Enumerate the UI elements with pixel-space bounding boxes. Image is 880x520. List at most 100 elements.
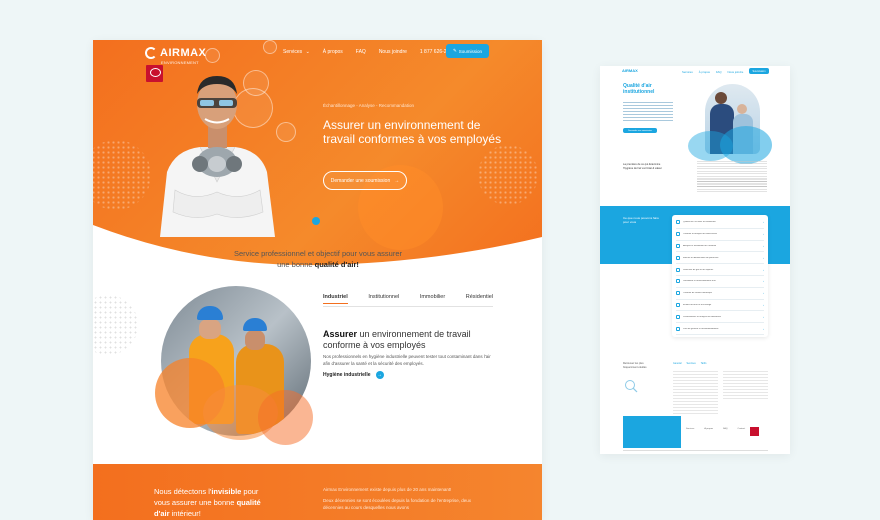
airmax-logo[interactable]: AIRMAX — [622, 68, 638, 73]
faq-text-lines — [673, 371, 718, 415]
main-nav: Services ⌄ À propos FAQ Nous joindre 1 8… — [283, 49, 455, 55]
footer-cta-block — [623, 416, 681, 448]
search-icon — [625, 380, 638, 393]
sector-tabs: Industriel Institutionnel Immobilier Rés… — [323, 294, 493, 304]
arrow-right-icon: → — [394, 177, 400, 184]
service-icon — [676, 243, 680, 248]
request-quote-button[interactable]: Demander une soumission — [623, 128, 657, 133]
page-title: Qualité d'air institutionnel — [623, 83, 655, 95]
faq-label: Retrouvez les plus fréquemment étudiés — [623, 362, 647, 369]
service-icon — [676, 291, 680, 296]
footer-links: Services À propos FAQ Contact — [686, 428, 745, 430]
request-quote-label: Demander une soumission — [330, 177, 391, 184]
footer-link[interactable]: Contact — [738, 428, 746, 430]
certification-badge-icon — [750, 427, 759, 436]
mid-label: La première de ce qui détermine l'hygièn… — [623, 163, 662, 170]
pencil-icon: ✎ — [452, 48, 457, 53]
service-icon — [676, 279, 680, 284]
nav-item-about[interactable]: À propos — [323, 49, 343, 55]
service-icon — [676, 326, 680, 331]
list-item[interactable]: Études de bruit et d'éclairage › — [676, 300, 764, 312]
service-icon — [676, 314, 680, 319]
worker-illustration — [160, 76, 275, 237]
service-icon — [676, 255, 680, 260]
list-item[interactable]: Détection de gaz et de vapeurs › — [676, 264, 764, 276]
list-item[interactable]: Contrôle et analyse de moisissures › — [676, 229, 764, 241]
footer-divider — [623, 450, 768, 451]
footer-link[interactable]: Services — [686, 428, 694, 430]
nav-item-services[interactable]: Services ⌄ — [283, 49, 310, 55]
footer-link[interactable]: À propos — [704, 428, 713, 430]
services-list: Qualité de l'air dans les bâtiments › Con… — [672, 215, 768, 337]
scroll-down-button[interactable] — [312, 217, 320, 225]
chevron-down-icon: ⌄ — [304, 49, 310, 55]
tab-tarifs[interactable]: Tarifs — [701, 362, 707, 365]
chevron-right-icon: › — [763, 255, 764, 260]
list-item[interactable]: Mesure et identification de particules › — [676, 252, 764, 265]
nav-item-contact[interactable]: Nous joindre — [379, 49, 407, 55]
chevron-right-icon: › — [763, 243, 764, 248]
nav-item-faq[interactable]: FAQ — [716, 70, 722, 74]
desktop-mockup: AIRMAX ENVIRONNEMENT Services ⌄ À propos… — [93, 40, 542, 520]
decor-bubble — [263, 40, 277, 54]
quote-button[interactable]: ✎ Soumission — [446, 44, 489, 58]
section-title: Assurer un environnement de travail conf… — [323, 329, 471, 350]
decor-circle — [720, 126, 772, 164]
tab-divider — [323, 306, 493, 307]
quote-button-label: Soumission — [458, 48, 483, 54]
hero-title: Assurer un environnement de travail conf… — [323, 118, 502, 146]
service-icon — [676, 267, 680, 272]
chevron-right-icon: › — [763, 291, 764, 296]
decor-dots — [478, 145, 538, 205]
nav-item-about[interactable]: À propos — [699, 70, 710, 74]
tab-immobilier[interactable]: Immobilier — [420, 294, 445, 304]
arrow-right-icon: → — [375, 371, 384, 379]
chevron-right-icon: › — [763, 279, 764, 284]
chevron-right-icon: › — [763, 267, 764, 272]
logo-mark-icon — [145, 47, 157, 59]
list-item[interactable]: Qualité de l'air dans les bâtiments › — [676, 217, 764, 229]
tab-industriel[interactable]: Industriel — [323, 294, 348, 304]
nav-item-services[interactable]: Services — [682, 70, 693, 74]
faq-text-lines — [723, 371, 768, 399]
nav-item-faq[interactable]: FAQ — [356, 49, 366, 55]
decor-dots — [93, 295, 138, 355]
intro-text-lines — [623, 102, 673, 122]
services-band-title: Ce que nous pouvons faire pour vous — [623, 216, 659, 224]
chevron-right-icon: › — [763, 314, 764, 319]
breadcrumb: Échantillonnage - Analyse - Recommandati… — [323, 103, 415, 108]
airmax-logo[interactable]: AIRMAX ENVIRONNEMENT — [145, 47, 207, 65]
certification-badge-icon — [146, 65, 163, 82]
band-heading: Nous détectons l'invisible pour vous ass… — [154, 487, 261, 518]
decor-circle — [258, 390, 313, 445]
quote-button[interactable]: Soumission — [749, 68, 769, 74]
mid-text-lines — [697, 179, 767, 193]
list-item[interactable]: Prélèvements et analyse de laboratoire › — [676, 311, 764, 324]
list-item[interactable]: Plan de gestion et recommandations › — [676, 323, 764, 335]
service-tagline: Service professionnel et objectif pour v… — [233, 249, 402, 269]
decor-dots — [93, 140, 151, 210]
chevron-right-icon: › — [763, 302, 764, 307]
section-description: Nos professionnels en hygiène industriel… — [323, 354, 491, 366]
chevron-right-icon: › — [763, 220, 764, 225]
page-mockup-institutional: AIRMAX Services À propos FAQ Nous joindr… — [600, 66, 790, 454]
hygiene-link[interactable]: Hygiène industrielle → — [323, 371, 384, 379]
logo-text: AIRMAX — [160, 47, 207, 59]
request-quote-button[interactable]: Demander une soumission → — [323, 171, 407, 190]
nav-item-contact[interactable]: Nous joindre — [728, 70, 744, 74]
footer-link[interactable]: FAQ — [723, 428, 727, 430]
service-icon — [676, 232, 680, 237]
tab-general[interactable]: Général — [673, 362, 682, 365]
logo-tagline: ENVIRONNEMENT — [161, 60, 199, 65]
list-item[interactable]: Contrôle de confort thermique › — [676, 288, 764, 300]
list-item[interactable]: Analyse et évaluation de l'amiante › — [676, 241, 764, 253]
service-icon — [676, 220, 680, 225]
tab-services[interactable]: Services — [687, 362, 696, 365]
decor-bubble — [205, 48, 220, 63]
tab-institutionnel[interactable]: Institutionnel — [368, 294, 399, 304]
hygiene-link-label: Hygiène industrielle — [323, 372, 371, 378]
list-item[interactable]: Ventilation et renouvellement d'air › — [676, 276, 764, 288]
tab-residentiel[interactable]: Résidentiel — [466, 294, 493, 304]
chevron-right-icon: › — [763, 326, 764, 331]
faq-tabs: Général Services Tarifs — [673, 362, 706, 365]
